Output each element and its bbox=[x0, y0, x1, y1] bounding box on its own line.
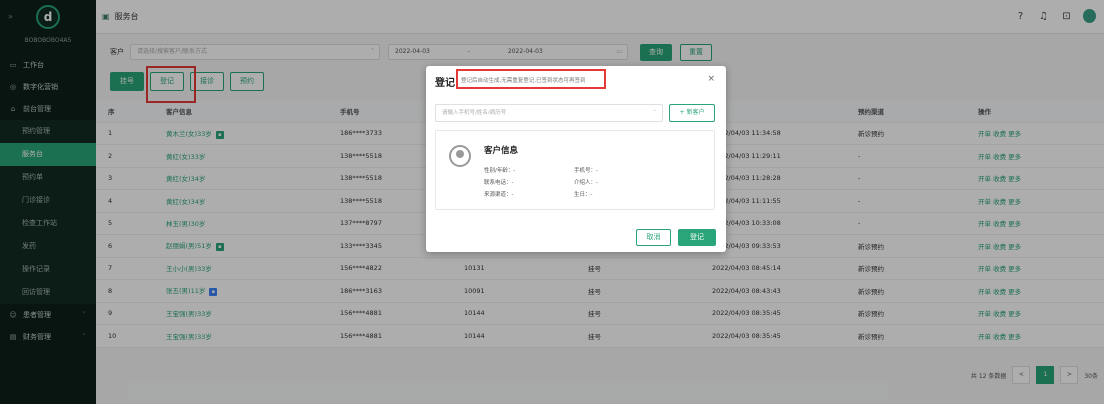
checkin-dialog: 登记 登记后自动生成,无需重复登记,已签到状态可再签到 × 请输入手机号/姓名/… bbox=[426, 66, 726, 252]
dialog-title: 登记 bbox=[435, 78, 455, 89]
close-icon[interactable]: × bbox=[707, 74, 715, 84]
customer-info-card: 客户信息 性别/年龄：- 联系电话：- 来源渠道：- 手机号：- 介绍人：- 生… bbox=[435, 130, 715, 210]
chevron-down-icon: ˅ bbox=[653, 110, 656, 116]
new-customer-button[interactable]: + 新客户 bbox=[669, 104, 715, 122]
avatar bbox=[449, 145, 471, 167]
confirm-checkin-button[interactable]: 登记 bbox=[678, 229, 716, 246]
field-birthday: 生日：- bbox=[574, 192, 593, 198]
field-introducer: 介绍人：- bbox=[574, 180, 598, 186]
customer-info-title: 客户信息 bbox=[484, 146, 519, 156]
dialog-tip: 登记后自动生成,无需重复登记,已签到状态可再签到 bbox=[461, 78, 586, 84]
field-source: 来源渠道：- bbox=[484, 192, 514, 198]
dialog-search-input[interactable]: 请输入手机号/姓名/病历号 ˅ bbox=[435, 104, 663, 122]
field-gender: 性别/年龄：- bbox=[484, 168, 516, 174]
dialog-search-placeholder: 请输入手机号/姓名/病历号 bbox=[442, 110, 507, 116]
cancel-button[interactable]: 取消 bbox=[636, 229, 671, 246]
field-phone: 联系电话：- bbox=[484, 180, 514, 186]
field-mobile: 手机号：- bbox=[574, 168, 598, 174]
